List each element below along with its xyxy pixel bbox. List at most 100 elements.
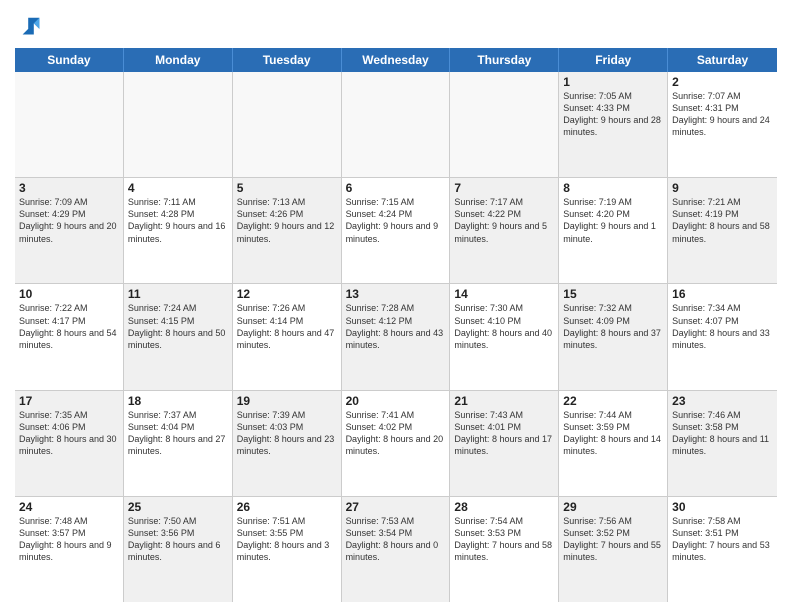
calendar-cell: 30Sunrise: 7:58 AM Sunset: 3:51 PM Dayli…	[668, 497, 777, 602]
cell-text: Sunrise: 7:19 AM Sunset: 4:20 PM Dayligh…	[563, 196, 663, 245]
calendar-cell: 9Sunrise: 7:21 AM Sunset: 4:19 PM Daylig…	[668, 178, 777, 283]
calendar-cell: 22Sunrise: 7:44 AM Sunset: 3:59 PM Dayli…	[559, 391, 668, 496]
calendar-header-cell: Sunday	[15, 48, 124, 72]
cell-text: Sunrise: 7:30 AM Sunset: 4:10 PM Dayligh…	[454, 302, 554, 351]
day-number: 4	[128, 181, 228, 195]
day-number: 2	[672, 75, 773, 89]
calendar-row: 10Sunrise: 7:22 AM Sunset: 4:17 PM Dayli…	[15, 284, 777, 390]
day-number: 10	[19, 287, 119, 301]
day-number: 16	[672, 287, 773, 301]
day-number: 11	[128, 287, 228, 301]
logo-icon	[17, 14, 45, 42]
calendar-cell: 27Sunrise: 7:53 AM Sunset: 3:54 PM Dayli…	[342, 497, 451, 602]
day-number: 5	[237, 181, 337, 195]
cell-text: Sunrise: 7:41 AM Sunset: 4:02 PM Dayligh…	[346, 409, 446, 458]
calendar-cell: 7Sunrise: 7:17 AM Sunset: 4:22 PM Daylig…	[450, 178, 559, 283]
day-number: 21	[454, 394, 554, 408]
logo	[15, 14, 45, 42]
day-number: 20	[346, 394, 446, 408]
day-number: 25	[128, 500, 228, 514]
cell-text: Sunrise: 7:50 AM Sunset: 3:56 PM Dayligh…	[128, 515, 228, 564]
day-number: 30	[672, 500, 773, 514]
calendar-cell: 3Sunrise: 7:09 AM Sunset: 4:29 PM Daylig…	[15, 178, 124, 283]
day-number: 12	[237, 287, 337, 301]
calendar-cell: 20Sunrise: 7:41 AM Sunset: 4:02 PM Dayli…	[342, 391, 451, 496]
calendar-cell: 12Sunrise: 7:26 AM Sunset: 4:14 PM Dayli…	[233, 284, 342, 389]
day-number: 7	[454, 181, 554, 195]
calendar-header-cell: Thursday	[450, 48, 559, 72]
day-number: 22	[563, 394, 663, 408]
cell-text: Sunrise: 7:54 AM Sunset: 3:53 PM Dayligh…	[454, 515, 554, 564]
calendar-cell: 21Sunrise: 7:43 AM Sunset: 4:01 PM Dayli…	[450, 391, 559, 496]
day-number: 19	[237, 394, 337, 408]
calendar-cell: 15Sunrise: 7:32 AM Sunset: 4:09 PM Dayli…	[559, 284, 668, 389]
day-number: 24	[19, 500, 119, 514]
calendar-cell: 1Sunrise: 7:05 AM Sunset: 4:33 PM Daylig…	[559, 72, 668, 177]
calendar-header-cell: Wednesday	[342, 48, 451, 72]
day-number: 13	[346, 287, 446, 301]
day-number: 9	[672, 181, 773, 195]
day-number: 17	[19, 394, 119, 408]
calendar-body: 1Sunrise: 7:05 AM Sunset: 4:33 PM Daylig…	[15, 72, 777, 602]
day-number: 1	[563, 75, 663, 89]
calendar-cell: 5Sunrise: 7:13 AM Sunset: 4:26 PM Daylig…	[233, 178, 342, 283]
cell-text: Sunrise: 7:15 AM Sunset: 4:24 PM Dayligh…	[346, 196, 446, 245]
cell-text: Sunrise: 7:07 AM Sunset: 4:31 PM Dayligh…	[672, 90, 773, 139]
calendar-cell: 18Sunrise: 7:37 AM Sunset: 4:04 PM Dayli…	[124, 391, 233, 496]
calendar-header-cell: Saturday	[668, 48, 777, 72]
calendar-header: SundayMondayTuesdayWednesdayThursdayFrid…	[15, 48, 777, 72]
cell-text: Sunrise: 7:44 AM Sunset: 3:59 PM Dayligh…	[563, 409, 663, 458]
calendar-cell: 25Sunrise: 7:50 AM Sunset: 3:56 PM Dayli…	[124, 497, 233, 602]
cell-text: Sunrise: 7:58 AM Sunset: 3:51 PM Dayligh…	[672, 515, 773, 564]
calendar-header-cell: Tuesday	[233, 48, 342, 72]
calendar-cell: 11Sunrise: 7:24 AM Sunset: 4:15 PM Dayli…	[124, 284, 233, 389]
cell-text: Sunrise: 7:05 AM Sunset: 4:33 PM Dayligh…	[563, 90, 663, 139]
cell-text: Sunrise: 7:32 AM Sunset: 4:09 PM Dayligh…	[563, 302, 663, 351]
day-number: 28	[454, 500, 554, 514]
calendar-row: 24Sunrise: 7:48 AM Sunset: 3:57 PM Dayli…	[15, 497, 777, 602]
calendar-cell	[450, 72, 559, 177]
calendar-cell: 2Sunrise: 7:07 AM Sunset: 4:31 PM Daylig…	[668, 72, 777, 177]
calendar-header-cell: Friday	[559, 48, 668, 72]
calendar-cell: 28Sunrise: 7:54 AM Sunset: 3:53 PM Dayli…	[450, 497, 559, 602]
cell-text: Sunrise: 7:13 AM Sunset: 4:26 PM Dayligh…	[237, 196, 337, 245]
cell-text: Sunrise: 7:21 AM Sunset: 4:19 PM Dayligh…	[672, 196, 773, 245]
day-number: 27	[346, 500, 446, 514]
day-number: 23	[672, 394, 773, 408]
cell-text: Sunrise: 7:51 AM Sunset: 3:55 PM Dayligh…	[237, 515, 337, 564]
cell-text: Sunrise: 7:28 AM Sunset: 4:12 PM Dayligh…	[346, 302, 446, 351]
calendar-cell: 19Sunrise: 7:39 AM Sunset: 4:03 PM Dayli…	[233, 391, 342, 496]
calendar-cell: 26Sunrise: 7:51 AM Sunset: 3:55 PM Dayli…	[233, 497, 342, 602]
calendar-header-cell: Monday	[124, 48, 233, 72]
calendar-row: 17Sunrise: 7:35 AM Sunset: 4:06 PM Dayli…	[15, 391, 777, 497]
day-number: 15	[563, 287, 663, 301]
cell-text: Sunrise: 7:17 AM Sunset: 4:22 PM Dayligh…	[454, 196, 554, 245]
cell-text: Sunrise: 7:35 AM Sunset: 4:06 PM Dayligh…	[19, 409, 119, 458]
day-number: 3	[19, 181, 119, 195]
day-number: 18	[128, 394, 228, 408]
calendar: SundayMondayTuesdayWednesdayThursdayFrid…	[15, 48, 777, 602]
calendar-cell	[342, 72, 451, 177]
cell-text: Sunrise: 7:46 AM Sunset: 3:58 PM Dayligh…	[672, 409, 773, 458]
cell-text: Sunrise: 7:24 AM Sunset: 4:15 PM Dayligh…	[128, 302, 228, 351]
calendar-cell: 14Sunrise: 7:30 AM Sunset: 4:10 PM Dayli…	[450, 284, 559, 389]
calendar-cell	[233, 72, 342, 177]
day-number: 14	[454, 287, 554, 301]
calendar-cell: 8Sunrise: 7:19 AM Sunset: 4:20 PM Daylig…	[559, 178, 668, 283]
day-number: 26	[237, 500, 337, 514]
cell-text: Sunrise: 7:11 AM Sunset: 4:28 PM Dayligh…	[128, 196, 228, 245]
cell-text: Sunrise: 7:39 AM Sunset: 4:03 PM Dayligh…	[237, 409, 337, 458]
cell-text: Sunrise: 7:43 AM Sunset: 4:01 PM Dayligh…	[454, 409, 554, 458]
cell-text: Sunrise: 7:56 AM Sunset: 3:52 PM Dayligh…	[563, 515, 663, 564]
calendar-cell: 17Sunrise: 7:35 AM Sunset: 4:06 PM Dayli…	[15, 391, 124, 496]
calendar-cell: 10Sunrise: 7:22 AM Sunset: 4:17 PM Dayli…	[15, 284, 124, 389]
cell-text: Sunrise: 7:48 AM Sunset: 3:57 PM Dayligh…	[19, 515, 119, 564]
calendar-cell: 24Sunrise: 7:48 AM Sunset: 3:57 PM Dayli…	[15, 497, 124, 602]
calendar-cell: 16Sunrise: 7:34 AM Sunset: 4:07 PM Dayli…	[668, 284, 777, 389]
calendar-cell: 4Sunrise: 7:11 AM Sunset: 4:28 PM Daylig…	[124, 178, 233, 283]
calendar-cell: 13Sunrise: 7:28 AM Sunset: 4:12 PM Dayli…	[342, 284, 451, 389]
cell-text: Sunrise: 7:22 AM Sunset: 4:17 PM Dayligh…	[19, 302, 119, 351]
calendar-row: 3Sunrise: 7:09 AM Sunset: 4:29 PM Daylig…	[15, 178, 777, 284]
day-number: 8	[563, 181, 663, 195]
calendar-cell	[15, 72, 124, 177]
